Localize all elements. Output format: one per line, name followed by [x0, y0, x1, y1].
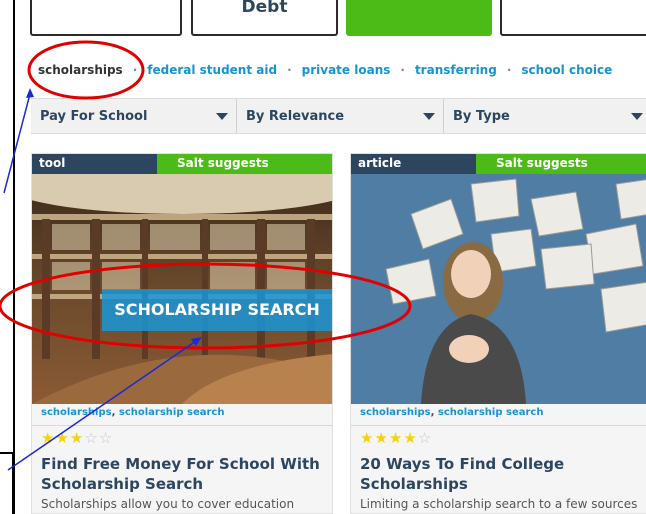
filter-label: By Relevance	[246, 108, 345, 124]
tag-scholarships[interactable]: scholarships	[360, 407, 431, 418]
star-icon: ☆	[417, 429, 433, 447]
star-icon: ★	[55, 429, 70, 447]
nav-tab-debt[interactable]: Debt	[191, 0, 338, 36]
topic-separator: ·	[400, 63, 405, 77]
topic-federal-student-aid[interactable]: federal student aid	[147, 63, 277, 77]
star-icon: ★	[388, 429, 404, 447]
topic-links: scholarships · federal student aid · pri…	[38, 61, 612, 79]
content-card[interactable]: article Salt suggests scholarships, scho…	[350, 153, 646, 514]
divider	[351, 425, 646, 426]
star-icon: ☆	[98, 429, 114, 447]
nav-tab-4[interactable]	[500, 0, 646, 36]
card-description: Limiting a scholarship search to a few s…	[360, 497, 638, 511]
caret-down-icon	[216, 113, 228, 120]
divider	[32, 425, 332, 426]
tag-scholarships[interactable]: scholarships	[41, 407, 112, 418]
topic-school-choice[interactable]: school choice	[521, 63, 612, 77]
topic-separator: ·	[287, 63, 292, 77]
nav-tab-1[interactable]	[30, 0, 182, 36]
nav-tab-debt-label: Debt	[241, 0, 288, 17]
tag-scholarship-search[interactable]: scholarship search	[438, 407, 544, 418]
star-icon: ☆	[84, 429, 99, 447]
star-rating: ★★★☆☆	[41, 429, 113, 447]
card-tags: scholarships, scholarship search	[360, 407, 544, 418]
star-icon: ★	[41, 429, 56, 447]
topic-scholarships[interactable]: scholarships	[38, 63, 123, 77]
star-icon: ★	[360, 429, 375, 447]
topic-separator: ·	[132, 63, 138, 77]
card-title[interactable]: 20 Ways To Find College Scholarships	[360, 454, 645, 494]
star-rating: ★★★★☆	[360, 429, 432, 447]
filter-label: By Type	[453, 108, 510, 124]
topic-private-loans[interactable]: private loans	[302, 63, 391, 77]
topic-separator: ·	[506, 63, 512, 77]
student-books-image[interactable]	[351, 174, 646, 404]
nav-tab-active[interactable]	[346, 0, 492, 36]
scholarship-search-banner: SCHOLARSHIP SEARCH	[102, 289, 332, 331]
filter-label: Pay For School	[40, 108, 148, 124]
star-icon: ★	[374, 429, 389, 447]
card-tags: scholarships, scholarship search	[41, 407, 225, 418]
star-icon: ★	[403, 429, 418, 447]
library-image[interactable]: SCHOLARSHIP SEARCH	[32, 174, 332, 404]
card-type-label: tool	[32, 154, 157, 174]
card-description: Scholarships allow you to cover educatio…	[41, 497, 295, 511]
tag-scholarship-search[interactable]: scholarship search	[119, 407, 225, 418]
caret-down-icon	[423, 113, 435, 120]
filter-pay-for-school-select[interactable]: Pay For School	[31, 99, 237, 133]
star-icon: ★	[69, 429, 85, 447]
content-card[interactable]: tool Salt suggests SCHOLARSHIP SEARCH sc…	[31, 153, 333, 514]
card-badge: Salt suggests	[476, 154, 646, 174]
filter-type-select[interactable]: By Type	[444, 99, 646, 133]
caret-down-icon	[631, 113, 643, 120]
card-badge: Salt suggests	[157, 154, 332, 174]
border-tick	[0, 452, 14, 514]
filter-bar: Pay For School By Relevance By Type	[31, 98, 646, 134]
filter-relevance-select[interactable]: By Relevance	[237, 99, 444, 133]
card-title[interactable]: Find Free Money For School With Scholars…	[41, 454, 326, 494]
card-type-label: article	[351, 154, 476, 174]
topic-transferring[interactable]: transferring	[415, 63, 497, 77]
